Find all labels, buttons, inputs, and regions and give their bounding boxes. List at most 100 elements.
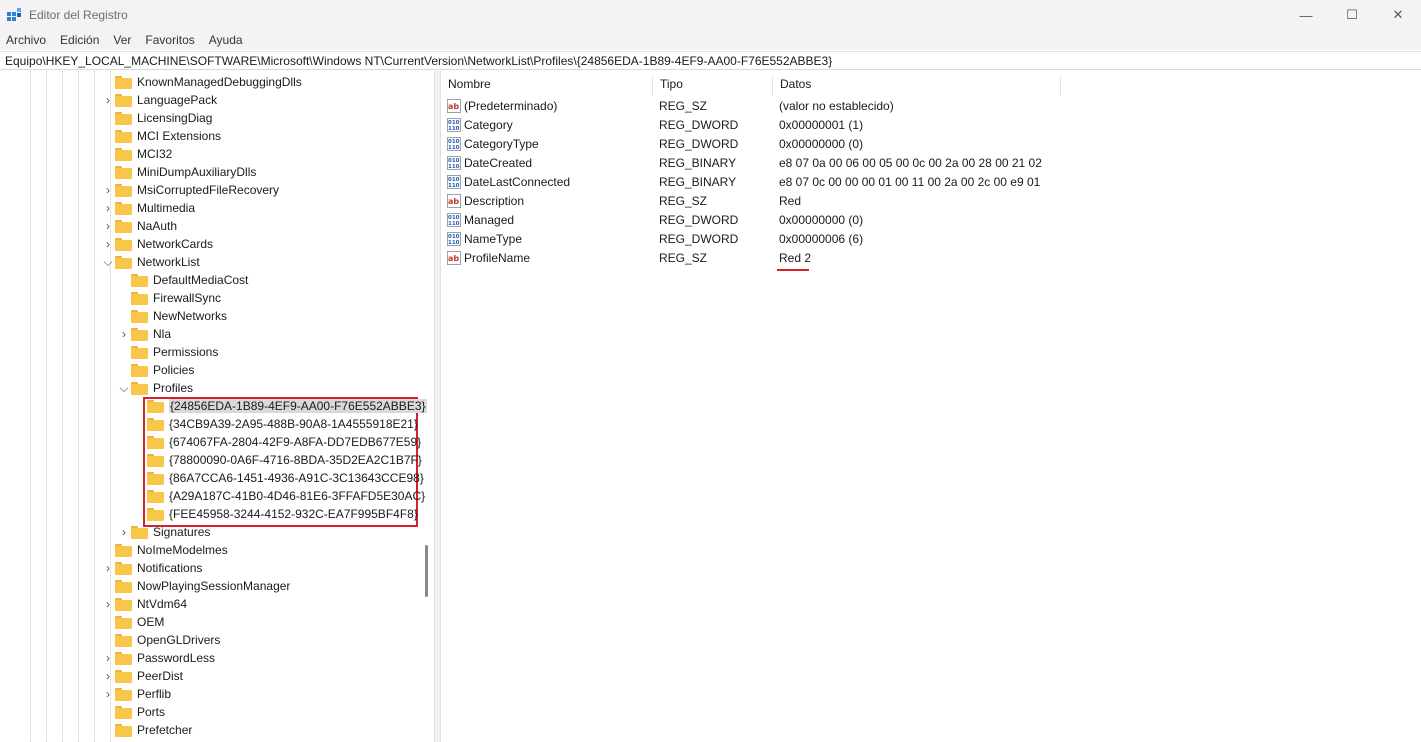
chevron-right-icon[interactable]: › bbox=[103, 217, 113, 235]
value-name: Managed bbox=[464, 213, 515, 227]
value-row[interactable]: 010 110 NameType REG_DWORD 0x00000006 (6) bbox=[441, 230, 1421, 249]
chevron-right-icon[interactable]: › bbox=[103, 685, 113, 703]
folder-icon bbox=[115, 688, 132, 701]
tree-item[interactable]: › NetworkCards bbox=[0, 235, 420, 253]
svg-text:110: 110 bbox=[448, 145, 460, 151]
folder-icon bbox=[115, 634, 132, 647]
address-path[interactable]: Equipo\HKEY_LOCAL_MACHINE\SOFTWARE\Micro… bbox=[5, 54, 832, 68]
tree-item-label: FirewallSync bbox=[153, 291, 222, 305]
tree-item[interactable]: › LanguagePack bbox=[0, 91, 420, 109]
value-name: ProfileName bbox=[464, 251, 531, 265]
tree-item[interactable]: {FEE45958-3244-4152-932C-EA7F995BF4F8} bbox=[0, 505, 420, 523]
close-icon: ✕ bbox=[1392, 7, 1404, 22]
chevron-right-icon[interactable]: › bbox=[103, 91, 113, 109]
tree-item[interactable]: ⌵ Profiles bbox=[0, 379, 420, 397]
menu-edicion[interactable]: Edición bbox=[54, 30, 107, 50]
tree-item[interactable]: › MsiCorruptedFileRecovery bbox=[0, 181, 420, 199]
string-value-icon: ab bbox=[447, 99, 461, 113]
tree-item[interactable]: ⌵ NetworkList bbox=[0, 253, 420, 271]
chevron-down-icon[interactable]: ⌵ bbox=[103, 253, 113, 271]
maximize-button[interactable]: ☐ bbox=[1329, 0, 1375, 30]
tree-item[interactable]: › PeerDist bbox=[0, 667, 420, 685]
chevron-right-icon[interactable]: › bbox=[119, 325, 129, 343]
value-row[interactable]: 010 110 DateLastConnected REG_BINARY e8 07 0… bbox=[441, 173, 1421, 192]
tree-item-label: Nla bbox=[153, 327, 172, 341]
tree-item[interactable]: OEM bbox=[0, 613, 420, 631]
tree-item[interactable]: NoImeModelmes bbox=[0, 541, 420, 559]
tree-item[interactable]: › Nla bbox=[0, 325, 420, 343]
string-value-icon: ab bbox=[447, 251, 461, 265]
value-row[interactable]: 010 110 CategoryType REG_DWORD 0x00000000 (0… bbox=[441, 135, 1421, 154]
registry-editor-app-icon bbox=[7, 8, 21, 21]
tree-item[interactable]: OpenGLDrivers bbox=[0, 631, 420, 649]
chevron-right-icon[interactable]: › bbox=[103, 235, 113, 253]
chevron-right-icon[interactable]: › bbox=[103, 199, 113, 217]
value-row[interactable]: 010 110 Category REG_DWORD 0x00000001 (1) bbox=[441, 116, 1421, 135]
tree-item[interactable]: › Perflib bbox=[0, 685, 420, 703]
tree-item-label: PasswordLess bbox=[137, 651, 216, 665]
folder-icon bbox=[115, 220, 132, 233]
chevron-right-icon[interactable]: › bbox=[119, 523, 129, 541]
tree-item[interactable]: {24856EDA-1B89-4EF9-AA00-F76E552ABBE3} bbox=[0, 397, 427, 415]
tree-item[interactable]: {86A7CCA6-1451-4936-A91C-3C13643CCE98} bbox=[0, 469, 424, 487]
tree-item[interactable]: {34CB9A39-2A95-488B-90A8-1A4555918E21} bbox=[0, 415, 420, 433]
tree-item-label: {78800090-0A6F-4716-8BDA-35D2EA2C1B7F} bbox=[169, 453, 422, 467]
svg-text:110: 110 bbox=[448, 164, 460, 170]
chevron-down-icon[interactable]: ⌵ bbox=[119, 379, 129, 397]
tree-item[interactable]: MiniDumpAuxiliaryDlls bbox=[0, 163, 420, 181]
value-row[interactable]: ab ProfileName REG_SZ Red 2 bbox=[441, 249, 1421, 271]
minimize-button[interactable]: — bbox=[1283, 0, 1329, 30]
tree-item[interactable]: MCI32 bbox=[0, 145, 420, 163]
pane-splitter[interactable] bbox=[434, 71, 441, 742]
value-data: Red bbox=[779, 194, 802, 208]
chevron-right-icon[interactable]: › bbox=[103, 595, 113, 613]
menu-ver[interactable]: Ver bbox=[107, 30, 139, 50]
chevron-right-icon[interactable]: › bbox=[103, 667, 113, 685]
tree-item[interactable]: DefaultMediaCost bbox=[0, 271, 420, 289]
tree-item[interactable]: LicensingDiag bbox=[0, 109, 420, 127]
tree-item[interactable]: MCI Extensions bbox=[0, 127, 420, 145]
menu-ayuda[interactable]: Ayuda bbox=[203, 30, 251, 50]
tree-item[interactable]: NewNetworks bbox=[0, 307, 420, 325]
tree-item-label: NetworkList bbox=[137, 255, 200, 269]
tree-item[interactable]: › NaAuth bbox=[0, 217, 420, 235]
tree-item[interactable]: › Notifications bbox=[0, 559, 420, 577]
tree-item[interactable]: {674067FA-2804-42F9-A8FA-DD7EDB677E59} bbox=[0, 433, 421, 451]
value-row[interactable]: ab (Predeterminado) REG_SZ (valor no establ… bbox=[441, 97, 1421, 116]
tree-item[interactable]: KnownManagedDebuggingDlls bbox=[0, 73, 420, 91]
tree-item[interactable]: Policies bbox=[0, 361, 420, 379]
chevron-right-icon[interactable]: › bbox=[103, 649, 113, 667]
tree-item[interactable]: Prefetcher bbox=[0, 721, 420, 739]
menu-favoritos[interactable]: Favoritos bbox=[139, 30, 202, 50]
tree-scrollbar-thumb[interactable] bbox=[425, 545, 428, 597]
address-bar[interactable]: Equipo\HKEY_LOCAL_MACHINE\SOFTWARE\Micro… bbox=[0, 51, 1421, 70]
tree-item[interactable]: › PasswordLess bbox=[0, 649, 420, 667]
chevron-right-icon[interactable]: › bbox=[103, 181, 113, 199]
tree-item[interactable]: {78800090-0A6F-4716-8BDA-35D2EA2C1B7F} bbox=[0, 451, 422, 469]
tree-item-label: MiniDumpAuxiliaryDlls bbox=[137, 165, 257, 179]
tree-item[interactable]: Ports bbox=[0, 703, 420, 721]
tree-item[interactable]: › Multimedia bbox=[0, 199, 420, 217]
menu-archivo[interactable]: Archivo bbox=[0, 30, 54, 50]
folder-icon bbox=[115, 166, 132, 179]
close-button[interactable]: ✕ bbox=[1375, 0, 1421, 30]
value-name: DateLastConnected bbox=[464, 175, 571, 189]
chevron-right-icon[interactable]: › bbox=[103, 559, 113, 577]
tree-item[interactable]: NowPlayingSessionManager bbox=[0, 577, 420, 595]
value-type: REG_DWORD bbox=[659, 118, 739, 132]
value-data: 0x00000001 (1) bbox=[779, 118, 864, 132]
column-header-name[interactable]: Nombre bbox=[441, 76, 653, 96]
tree-item[interactable]: › NtVdm64 bbox=[0, 595, 420, 613]
tree-item[interactable]: Permissions bbox=[0, 343, 420, 361]
tree-item-label: LicensingDiag bbox=[137, 111, 213, 125]
tree-item[interactable]: {A29A187C-41B0-4D46-81E6-3FFAFD5E30AC} bbox=[0, 487, 425, 505]
values-pane[interactable]: Nombre Tipo Datos ab (Predeterminado) REG_… bbox=[441, 71, 1421, 742]
column-header-data[interactable]: Datos bbox=[773, 76, 1061, 96]
value-row[interactable]: 010 110 Managed REG_DWORD 0x00000000 (0) bbox=[441, 211, 1421, 230]
value-row[interactable]: 010 110 DateCreated REG_BINARY e8 07 0a 00 0… bbox=[441, 154, 1421, 173]
column-header-type[interactable]: Tipo bbox=[653, 76, 773, 96]
key-tree-pane[interactable]: KnownManagedDebuggingDlls › LanguagePack Li… bbox=[0, 71, 434, 742]
tree-item[interactable]: FirewallSync bbox=[0, 289, 420, 307]
tree-item[interactable]: › Signatures bbox=[0, 523, 420, 541]
value-row[interactable]: ab Description REG_SZ Red bbox=[441, 192, 1421, 211]
